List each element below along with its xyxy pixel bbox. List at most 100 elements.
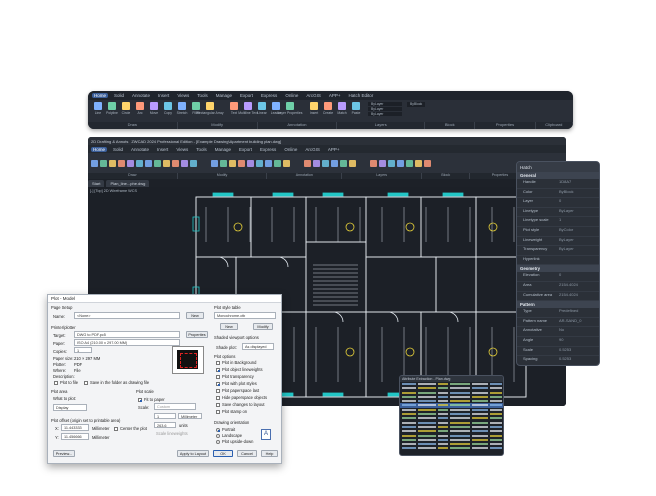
workspace-label[interactable]: 2D Drafting & Annots: [91, 139, 128, 144]
ribbon-icon[interactable]: [100, 159, 107, 167]
ribbon-tab[interactable]: Hatch Editor: [346, 93, 375, 98]
main-ribbon-tab[interactable]: Tools: [194, 147, 209, 152]
fit-to-paper-checkbox[interactable]: [138, 398, 142, 402]
ribbon-icon[interactable]: [370, 159, 377, 167]
orientation-radio[interactable]: [216, 434, 220, 438]
ribbon-tool-button[interactable]: Paste: [350, 102, 362, 116]
ribbon-tab[interactable]: Export: [238, 93, 255, 98]
property-row[interactable]: Scale 0.5253: [517, 347, 599, 357]
property-value[interactable]: No: [559, 327, 599, 336]
property-value[interactable]: 2154.4024: [559, 282, 599, 291]
ribbon-tab[interactable]: APP+: [327, 93, 343, 98]
ribbon-tab[interactable]: Annotate: [130, 93, 152, 98]
ribbon-icon[interactable]: [172, 159, 179, 167]
preview-button[interactable]: Preview...: [53, 450, 75, 457]
orientation-radio[interactable]: [216, 440, 220, 444]
ribbon-icon[interactable]: [145, 159, 152, 167]
main-ribbon-tab[interactable]: Online: [282, 147, 299, 152]
property-row[interactable]: Type Predefined: [517, 308, 599, 318]
property-row[interactable]: Pattern name AR-SAND_0: [517, 318, 599, 328]
property-row[interactable]: Angle 90: [517, 337, 599, 347]
plot-option-checkbox[interactable]: [216, 382, 220, 386]
property-row[interactable]: Linetype ByLayer: [517, 208, 599, 218]
ribbon-icon[interactable]: [127, 159, 134, 167]
ribbon-icon[interactable]: [274, 159, 281, 167]
ribbon-tool-button[interactable]: Stretch: [176, 102, 188, 116]
ribbon-tab[interactable]: Insert: [156, 93, 171, 98]
property-value[interactable]: ByBlock: [559, 189, 599, 198]
ribbon-icon[interactable]: [424, 159, 431, 167]
property-value[interactable]: [559, 256, 599, 265]
ribbon-tool-button[interactable]: Multiline Text: [238, 102, 258, 116]
ribbon-icon[interactable]: [238, 159, 245, 167]
ribbon-tool-button[interactable]: Copy: [162, 102, 174, 116]
main-ribbon-tab[interactable]: Annotate: [129, 147, 151, 152]
save-in-folder-checkbox[interactable]: [84, 381, 88, 385]
layer-dropdown[interactable]: ByLayer: [368, 102, 402, 106]
paper-select[interactable]: ISO A4 (210.00 x 297.00 MM): [74, 339, 180, 346]
property-value[interactable]: 0.5253: [559, 347, 599, 356]
properties-section-header[interactable]: General: [517, 172, 599, 179]
ribbon-icon[interactable]: [256, 159, 263, 167]
ribbon-tab[interactable]: Views: [175, 93, 191, 98]
property-row[interactable]: Plot style ByColor: [517, 227, 599, 237]
ribbon-icon[interactable]: [163, 159, 170, 167]
ribbon-icon[interactable]: [406, 159, 413, 167]
help-button[interactable]: Help: [261, 450, 278, 457]
ribbon-icon[interactable]: [91, 159, 98, 167]
main-ribbon-tab[interactable]: Express: [258, 147, 278, 152]
document-tab[interactable]: Plan_line...phe.dwg: [106, 179, 150, 187]
property-value[interactable]: 0: [559, 198, 599, 207]
main-ribbon-tab[interactable]: Views: [174, 147, 190, 152]
property-row[interactable]: Handle 1D8A7: [517, 179, 599, 189]
layer-dropdown[interactable]: ByLayer: [368, 107, 402, 111]
scale-numerator-input[interactable]: 1: [154, 413, 176, 419]
ribbon-tab[interactable]: ArcGIS: [304, 93, 323, 98]
apply-to-layout-button[interactable]: Apply to Layout: [177, 450, 209, 457]
property-row[interactable]: Hyperlink: [517, 256, 599, 266]
object-type-select[interactable]: Hatch: [517, 162, 599, 172]
ribbon-tool-button[interactable]: Rectangular Array: [196, 102, 224, 116]
center-plot-checkbox[interactable]: [114, 427, 118, 431]
property-value[interactable]: ByLayer: [559, 208, 599, 217]
property-value[interactable]: 1: [559, 217, 599, 226]
plot-to-file-checkbox[interactable]: [54, 381, 58, 385]
property-value[interactable]: ByColor: [559, 227, 599, 236]
plot-option-checkbox[interactable]: [216, 375, 220, 379]
plot-option-checkbox[interactable]: [216, 368, 220, 372]
ribbon-icon[interactable]: [397, 159, 404, 167]
main-ribbon-tab[interactable]: Insert: [155, 147, 170, 152]
property-row[interactable]: Annotative No: [517, 327, 599, 337]
property-row[interactable]: Cumulative area 2154.4024: [517, 292, 599, 302]
ribbon-tab[interactable]: Online: [283, 93, 300, 98]
property-row[interactable]: Elevation 0: [517, 272, 599, 282]
y-offset-input[interactable]: 11.456666: [61, 433, 89, 440]
ribbon-icon[interactable]: [181, 159, 188, 167]
ribbon-tool-button[interactable]: Polyline: [106, 102, 118, 116]
table-row[interactable]: [400, 446, 503, 450]
block-dropdown[interactable]: ByBlock: [407, 102, 426, 107]
property-value[interactable]: AR-SAND_0: [559, 318, 599, 327]
page-setup-name-select[interactable]: <None>: [74, 312, 180, 319]
main-ribbon-tab[interactable]: Manage: [213, 147, 233, 152]
ribbon-tab[interactable]: Home: [92, 93, 109, 98]
scale-denominator-input[interactable]: 263.6: [154, 422, 176, 428]
ribbon-icon[interactable]: [304, 159, 311, 167]
property-row[interactable]: Area 2154.4024: [517, 282, 599, 292]
page-setup-add-button[interactable]: New: [186, 312, 204, 319]
layer-dropdown[interactable]: ByLayer: [368, 112, 402, 116]
ribbon-icon[interactable]: [109, 159, 116, 167]
main-ribbon-tab[interactable]: APP+: [326, 147, 342, 152]
ribbon-icon[interactable]: [190, 159, 197, 167]
ribbon-icon[interactable]: [247, 159, 254, 167]
plot-style-modify-button[interactable]: Modify: [253, 323, 273, 330]
property-value[interactable]: ByLayer: [559, 246, 599, 255]
ribbon-icon[interactable]: [331, 159, 338, 167]
cancel-button[interactable]: Cancel: [237, 450, 257, 457]
main-ribbon-tab[interactable]: Export: [237, 147, 254, 152]
plot-option-checkbox[interactable]: [216, 403, 220, 407]
scale-unit-select[interactable]: Millimeter: [178, 413, 202, 419]
orientation-radio[interactable]: [216, 428, 220, 432]
what-to-plot-select[interactable]: Display: [53, 404, 87, 411]
ribbon-icon[interactable]: [220, 159, 227, 167]
